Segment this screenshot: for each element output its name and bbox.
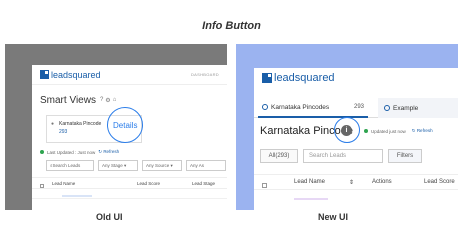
stage-select-value: Any Stage <box>102 163 123 168</box>
help-icon[interactable]: ? <box>100 97 103 104</box>
stage-select[interactable]: Any Stage ▾ <box>98 160 138 171</box>
details-link[interactable]: Details <box>113 121 137 130</box>
lead-name-link[interactable] <box>62 195 92 197</box>
info-icon[interactable]: i <box>341 125 352 136</box>
tab-example[interactable]: Example <box>378 98 458 118</box>
updated-text: Last Updated : Just now <box>47 149 96 155</box>
table-row <box>32 198 227 199</box>
page-title: Info Button <box>202 20 261 32</box>
tab-name: Example <box>393 104 419 112</box>
settings-icon[interactable]: ⚙ <box>105 97 110 104</box>
comparison-graphic: Info Button leadsquared DASHBOARD Smart … <box>0 0 463 250</box>
new-ui-caption: New UI <box>318 212 349 222</box>
search-input[interactable]: ⌕ Search Leads <box>46 160 94 171</box>
smart-views-header: Smart Views ? ⚙ ⌂ <box>40 95 116 106</box>
new-ui-screen: leadsquared Karnataka Pincodes 293 Examp… <box>254 68 458 210</box>
old-ui-caption: Old UI <box>96 212 123 222</box>
leadsquared-logo-icon <box>40 70 49 79</box>
refresh-link[interactable]: ↻ Refresh <box>98 149 119 155</box>
home-icon[interactable]: ⌂ <box>113 97 117 104</box>
old-topbar: leadsquared DASHBOARD <box>32 65 227 85</box>
update-status: Last Updated : Just now ↻ Refresh <box>40 149 119 155</box>
tab-name: Karnataka Pincode <box>59 121 102 127</box>
refresh-label: Refresh <box>103 149 120 154</box>
view-tabs: Karnataka Pincodes 293 Example <box>254 98 458 118</box>
refresh-link[interactable]: ↻ Refresh <box>412 128 433 134</box>
new-ui-panel: leadsquared Karnataka Pincodes 293 Examp… <box>236 44 458 210</box>
new-table-header: Lead Name ⇕ Actions Lead Score <box>254 174 458 190</box>
person-icon <box>384 105 390 111</box>
col-lead-score[interactable]: Lead Score <box>137 181 160 186</box>
sort-icon[interactable]: ⇕ <box>349 179 354 186</box>
col-lead-score[interactable]: Lead Score <box>424 179 455 185</box>
new-filters: All(293) Search Leads Filters <box>260 149 422 163</box>
updated-text: Updated just now <box>371 128 406 134</box>
search-input[interactable]: Search Leads <box>303 149 383 163</box>
col-actions[interactable]: Actions <box>372 179 392 185</box>
tab-count: 293 <box>353 104 364 110</box>
old-logo: leadsquared <box>40 70 101 80</box>
status-dot-icon <box>40 150 44 154</box>
col-lead-stage[interactable]: Lead Stage <box>192 181 215 186</box>
logo-text: leadsquared <box>51 69 101 80</box>
tab-name: Karnataka Pincodes <box>271 103 330 111</box>
col-lead-name[interactable]: Lead Name <box>52 181 75 186</box>
logo-text: leadsquared <box>274 72 335 84</box>
source-select[interactable]: Any Source ▾ <box>142 160 182 171</box>
search-placeholder: Search Leads <box>52 163 81 168</box>
person-icon: ● <box>51 121 55 127</box>
new-topbar: leadsquared <box>254 68 458 88</box>
refresh-label: Refresh <box>416 128 433 133</box>
all-filter-select[interactable]: All(293) <box>260 149 298 163</box>
smart-views-icons: ? ⚙ ⌂ <box>100 97 116 104</box>
old-table-header: Lead Name Lead Score Lead Stage <box>32 177 227 189</box>
tab-karnataka-pincodes[interactable]: Karnataka Pincodes 293 <box>258 98 368 118</box>
leadsquared-logo-icon <box>262 73 272 83</box>
search-placeholder: Search Leads <box>309 153 347 159</box>
person-icon <box>262 104 268 110</box>
smart-views-title: Smart Views <box>40 95 96 106</box>
assoc-select[interactable]: Any As <box>186 160 226 171</box>
col-lead-name[interactable]: Lead Name <box>294 179 325 185</box>
assoc-select-value: Any As <box>190 163 205 168</box>
old-ui-screen: leadsquared DASHBOARD Smart Views ? ⚙ ⌂ … <box>32 65 227 210</box>
new-logo: leadsquared <box>262 72 335 84</box>
old-ui-panel: leadsquared DASHBOARD Smart Views ? ⚙ ⌂ … <box>5 44 227 210</box>
source-select-value: Any Source <box>146 163 170 168</box>
lead-name-link[interactable] <box>294 198 328 200</box>
filters-button[interactable]: Filters <box>388 149 422 163</box>
tab-count: 293 <box>59 129 68 135</box>
dashboard-link[interactable]: DASHBOARD <box>191 72 219 77</box>
status-dot-icon <box>364 129 368 133</box>
old-filters: ⌕ Search Leads Any Stage ▾ Any Source ▾ … <box>46 160 226 171</box>
update-status: Updated just now ↻ Refresh <box>364 128 433 134</box>
